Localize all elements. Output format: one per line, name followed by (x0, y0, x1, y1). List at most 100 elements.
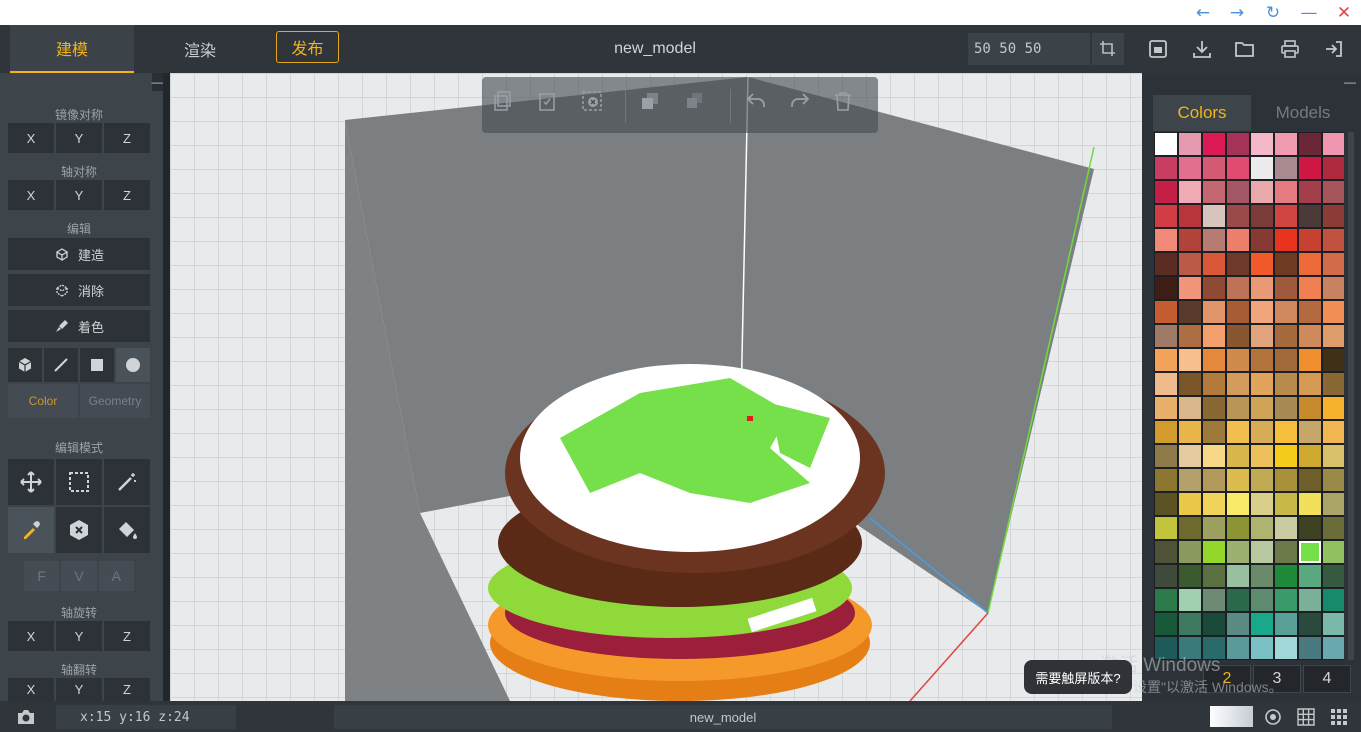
color-swatch[interactable] (1299, 349, 1321, 371)
color-swatch[interactable] (1227, 397, 1249, 419)
color-swatch[interactable] (1323, 301, 1344, 323)
color-swatch[interactable] (1251, 541, 1273, 563)
color-swatch[interactable] (1155, 181, 1177, 203)
color-swatch[interactable] (1155, 229, 1177, 251)
move-tool[interactable] (8, 459, 54, 505)
color-swatch[interactable] (1275, 349, 1297, 371)
color-swatch[interactable] (1155, 541, 1177, 563)
color-swatch[interactable] (1323, 493, 1344, 515)
rotate-y-button[interactable]: Y (56, 621, 102, 651)
color-swatch[interactable] (1323, 373, 1344, 395)
color-swatch[interactable] (1251, 181, 1273, 203)
color-swatch[interactable] (1251, 493, 1273, 515)
color-swatch[interactable] (1155, 205, 1177, 227)
color-swatch[interactable] (1323, 157, 1344, 179)
symmetry-z-button[interactable]: Z (104, 180, 150, 210)
color-swatch[interactable] (1179, 325, 1201, 347)
paint-button[interactable]: 着色 (8, 310, 150, 342)
color-swatch[interactable] (1275, 205, 1297, 227)
color-swatch[interactable] (1299, 493, 1321, 515)
dimensions-apply-button[interactable] (1092, 33, 1124, 65)
color-swatch[interactable] (1299, 133, 1321, 155)
color-swatch[interactable] (1227, 613, 1249, 635)
color-swatch[interactable] (1275, 517, 1297, 539)
color-swatch[interactable] (1227, 445, 1249, 467)
mirror-z-button[interactable]: Z (104, 123, 150, 153)
color-swatch[interactable] (1251, 229, 1273, 251)
duplicate-button[interactable] (640, 91, 668, 119)
color-swatch[interactable] (1227, 373, 1249, 395)
color-swatch[interactable] (1155, 445, 1177, 467)
color-swatch[interactable] (1227, 493, 1249, 515)
color-swatch[interactable] (1251, 589, 1273, 611)
color-swatch[interactable] (1155, 469, 1177, 491)
color-swatch[interactable] (1227, 133, 1249, 155)
color-swatch[interactable] (1275, 301, 1297, 323)
color-swatch[interactable] (1251, 565, 1273, 587)
color-swatch[interactable] (1323, 181, 1344, 203)
color-swatch[interactable] (1299, 469, 1321, 491)
color-swatch[interactable] (1251, 349, 1273, 371)
color-swatch[interactable] (1323, 349, 1344, 371)
color-swatch[interactable] (1227, 157, 1249, 179)
color-swatch[interactable] (1275, 541, 1297, 563)
color-swatch[interactable] (1179, 301, 1201, 323)
color-swatch[interactable] (1179, 373, 1201, 395)
color-swatch[interactable] (1203, 205, 1225, 227)
fill-bucket-tool[interactable] (104, 507, 150, 553)
color-swatch[interactable] (1155, 613, 1177, 635)
tab-render[interactable]: 渲染 (140, 25, 260, 73)
color-swatch[interactable] (1323, 277, 1344, 299)
refresh-button[interactable]: ↻ (1256, 0, 1290, 25)
color-swatch[interactable] (1179, 517, 1201, 539)
color-swatch[interactable] (1323, 205, 1344, 227)
magic-wand-tool[interactable] (104, 459, 150, 505)
color-swatch[interactable] (1227, 205, 1249, 227)
color-swatch[interactable] (1203, 397, 1225, 419)
geometry-mode-tab[interactable]: Geometry (80, 384, 150, 418)
color-swatch[interactable] (1203, 517, 1225, 539)
color-swatch[interactable] (1251, 637, 1273, 659)
symmetry-y-button[interactable]: Y (56, 180, 102, 210)
palette-page-4[interactable]: 4 (1303, 665, 1351, 693)
color-swatch[interactable] (1155, 133, 1177, 155)
color-swatch[interactable] (1299, 229, 1321, 251)
color-swatch[interactable] (1203, 613, 1225, 635)
color-swatch[interactable] (1275, 253, 1297, 275)
color-swatch[interactable] (1179, 229, 1201, 251)
color-swatch[interactable] (1155, 421, 1177, 443)
close-button[interactable]: ✕ (1327, 0, 1361, 25)
color-swatch[interactable] (1251, 277, 1273, 299)
color-swatch[interactable] (1179, 445, 1201, 467)
color-swatch[interactable] (1299, 325, 1321, 347)
color-swatch[interactable] (1299, 253, 1321, 275)
color-swatch[interactable] (1203, 253, 1225, 275)
color-swatch[interactable] (1155, 301, 1177, 323)
color-swatch[interactable] (1179, 469, 1201, 491)
color-swatch[interactable] (1203, 325, 1225, 347)
color-swatch[interactable] (1179, 589, 1201, 611)
shape-cube-button[interactable] (8, 348, 42, 382)
copy-button[interactable] (494, 91, 522, 119)
color-swatch[interactable] (1203, 541, 1225, 563)
minimize-button[interactable]: — (1292, 0, 1326, 25)
color-swatch[interactable] (1179, 421, 1201, 443)
paste-button[interactable] (538, 91, 566, 119)
rotate-z-button[interactable]: Z (104, 621, 150, 651)
color-swatch[interactable] (1203, 493, 1225, 515)
color-swatch[interactable] (1179, 277, 1201, 299)
color-swatch[interactable] (1203, 373, 1225, 395)
color-swatch[interactable] (1179, 493, 1201, 515)
color-swatch[interactable] (1251, 421, 1273, 443)
color-swatch[interactable] (1227, 541, 1249, 563)
color-swatch[interactable] (1323, 421, 1344, 443)
background-color-swatch[interactable] (1210, 706, 1253, 727)
color-swatch[interactable] (1251, 373, 1273, 395)
color-swatch[interactable] (1179, 253, 1201, 275)
color-swatch[interactable] (1227, 421, 1249, 443)
color-swatch[interactable] (1155, 277, 1177, 299)
color-swatch[interactable] (1227, 229, 1249, 251)
color-swatch[interactable] (1203, 445, 1225, 467)
color-swatch[interactable] (1275, 493, 1297, 515)
color-swatch[interactable] (1299, 589, 1321, 611)
